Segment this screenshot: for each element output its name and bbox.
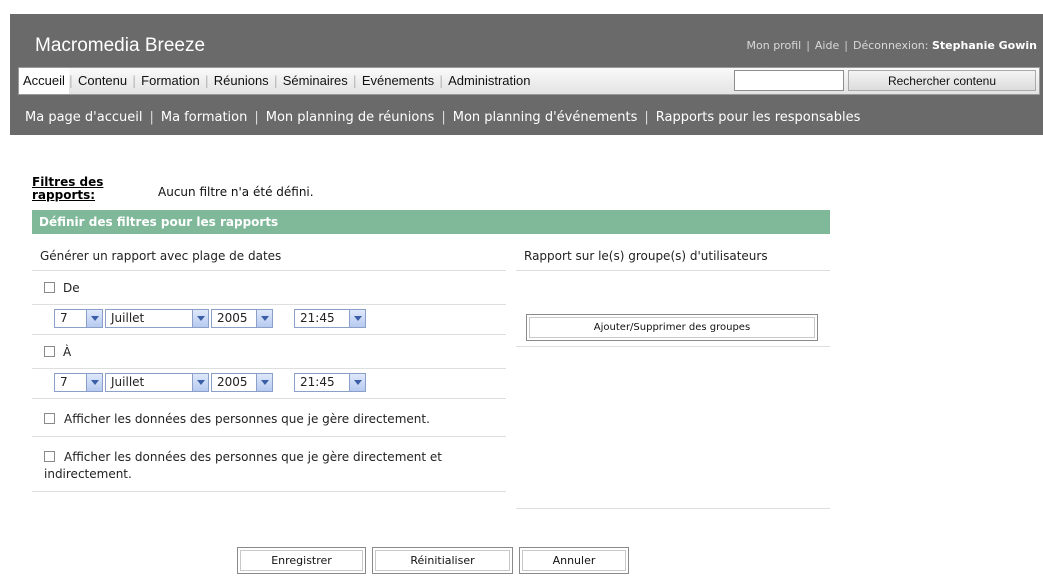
sub-nav-links: Ma page d'accueil | Ma formation | Mon plann… <box>25 110 861 125</box>
main-nav: Accueil | Contenu | Formation | Réunions | S… <box>18 67 1040 95</box>
to-time-select[interactable]: 21:45 <box>294 373 366 392</box>
from-date-row: 7 Juillet 2005 21:45 <box>32 305 506 335</box>
direct-reports-label: Afficher les données des personnes que j… <box>64 412 430 426</box>
groups-button-row: Ajouter/Supprimer des groupes <box>516 271 830 347</box>
direct-reports-checkbox[interactable] <box>44 413 55 424</box>
user-links: Mon profil | Aide | Déconnexion: Stephanie G… <box>746 39 1037 52</box>
subnav-item-manager-reports[interactable]: Rapports pour les responsables <box>656 110 861 125</box>
profile-link[interactable]: Mon profil <box>747 39 802 52</box>
save-button[interactable]: Enregistrer <box>237 547 366 574</box>
chevron-down-icon <box>349 310 365 327</box>
subnav-item-meetings[interactable]: Mon planning de réunions <box>266 110 435 125</box>
logout-link[interactable]: Déconnexion: <box>853 39 929 52</box>
chevron-down-icon <box>256 310 272 327</box>
search-button[interactable]: Rechercher contenu <box>848 70 1036 91</box>
tab-contenu[interactable]: Contenu <box>73 68 132 94</box>
tab-evenements[interactable]: Evénements <box>357 68 439 94</box>
chevron-down-icon <box>192 310 208 327</box>
from-year-select[interactable]: 2005 <box>211 309 273 328</box>
to-year-select[interactable]: 2005 <box>211 373 273 392</box>
to-month-select[interactable]: Juillet <box>105 373 209 392</box>
tab-accueil[interactable]: Accueil <box>19 68 69 94</box>
from-checkbox[interactable] <box>44 282 55 293</box>
groups-title: Rapport sur le(s) groupe(s) d'utilisateu… <box>516 242 830 271</box>
groups-panel: Rapport sur le(s) groupe(s) d'utilisateu… <box>516 242 830 509</box>
chevron-down-icon <box>192 374 208 391</box>
subnav-item-home[interactable]: Ma page d'accueil <box>25 110 142 125</box>
indirect-reports-checkbox[interactable] <box>44 451 55 462</box>
date-range-title: Générer un rapport avec plage de dates <box>32 242 506 271</box>
reset-button[interactable]: Réinitialiser <box>372 547 513 574</box>
to-row: À <box>32 335 506 369</box>
tab-reunions[interactable]: Réunions <box>209 68 274 94</box>
help-link[interactable]: Aide <box>815 39 839 52</box>
section-title: Définir des filtres pour les rapports <box>32 210 830 234</box>
brand-logo: Macromedia Breeze <box>35 35 206 56</box>
chevron-down-icon <box>86 310 102 327</box>
from-label: De <box>63 280 80 295</box>
to-label: À <box>63 344 72 359</box>
chevron-down-icon <box>349 374 365 391</box>
from-row: De <box>32 271 506 305</box>
from-time-select[interactable]: 21:45 <box>294 309 366 328</box>
filters-label[interactable]: Filtres des rapports: <box>32 176 132 202</box>
date-range-panel: Générer un rapport avec plage de dates D… <box>32 242 506 492</box>
from-month-select[interactable]: Juillet <box>105 309 209 328</box>
chevron-down-icon <box>256 374 272 391</box>
subnav-item-training[interactable]: Ma formation <box>161 110 248 125</box>
to-day-select[interactable]: 7 <box>54 373 103 392</box>
groups-divider <box>516 508 830 509</box>
to-checkbox[interactable] <box>44 346 55 357</box>
user-name: Stephanie Gowin <box>931 39 1037 52</box>
filters-status: Aucun filtre n'a été défini. <box>158 185 314 199</box>
to-date-row: 7 Juillet 2005 21:45 <box>32 369 506 399</box>
tab-administration[interactable]: Administration <box>443 68 535 94</box>
from-day-select[interactable]: 7 <box>54 309 103 328</box>
tab-formation[interactable]: Formation <box>136 68 205 94</box>
indirect-reports-row: Afficher les données des personnes que j… <box>32 437 506 492</box>
chevron-down-icon <box>86 374 102 391</box>
tab-seminaires[interactable]: Séminaires <box>278 68 353 94</box>
subnav-item-events[interactable]: Mon planning d'événements <box>453 110 638 125</box>
add-remove-groups-button[interactable]: Ajouter/Supprimer des groupes <box>526 314 818 341</box>
indirect-reports-label: Afficher les données des personnes que j… <box>44 450 442 481</box>
search-input[interactable] <box>734 70 844 91</box>
cancel-button[interactable]: Annuler <box>519 547 629 574</box>
direct-reports-row: Afficher les données des personnes que j… <box>32 399 506 437</box>
